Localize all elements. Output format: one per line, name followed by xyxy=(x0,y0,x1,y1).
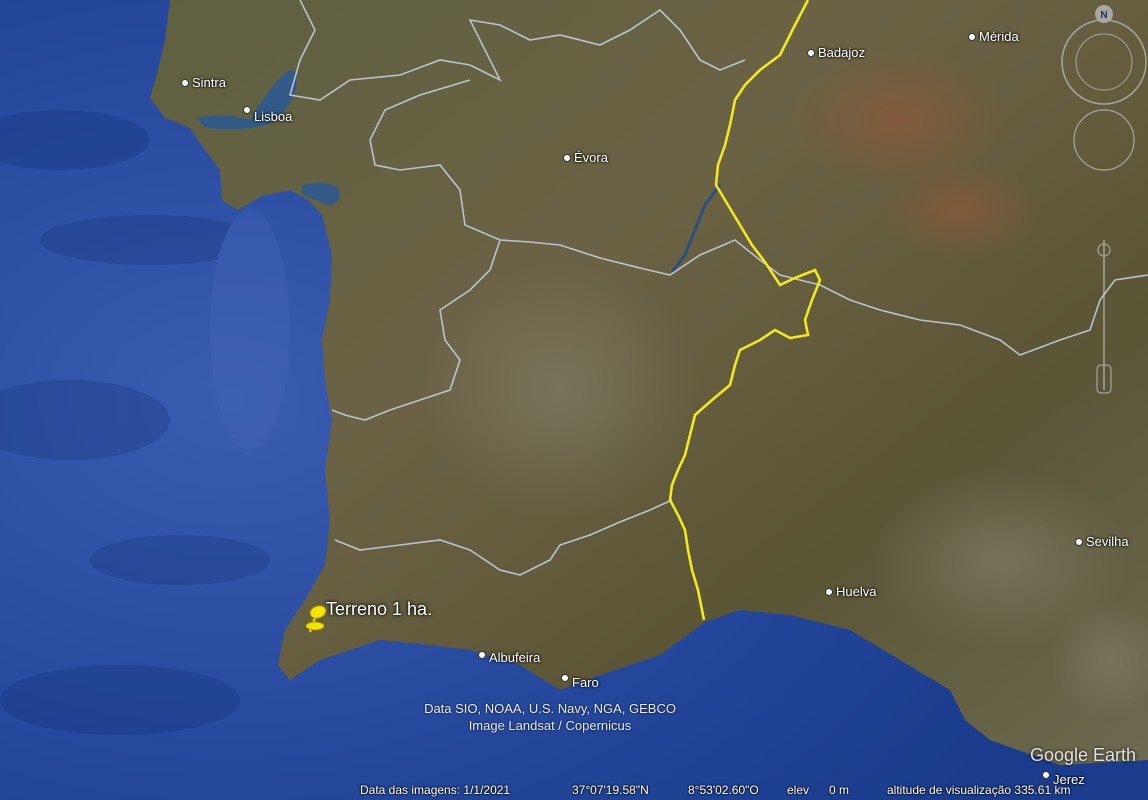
placemark-label[interactable]: Terreno 1 ha. xyxy=(326,599,432,620)
city-dot-icon xyxy=(561,673,569,682)
city-label: Lisboa xyxy=(254,109,293,124)
city-evora[interactable]: Évora xyxy=(563,150,608,165)
status-bar: Data das imagens: 1/1/2021 37°07'19.58"N… xyxy=(0,778,1148,800)
google-earth-logo: Google Earth xyxy=(1030,745,1137,765)
city-albufeira[interactable]: Albufeira xyxy=(478,647,541,665)
city-huelva[interactable]: Huelva xyxy=(825,584,876,599)
latitude-readout: 37°07'19.58"N xyxy=(572,783,649,797)
city-dot-icon xyxy=(825,587,833,596)
city-dot-icon xyxy=(243,105,251,114)
city-label: Faro xyxy=(572,675,599,690)
city-dot-icon xyxy=(807,48,815,57)
city-badajoz[interactable]: Badajoz xyxy=(807,45,865,60)
eye-altitude-readout: altitude de visualização 335.61 km xyxy=(887,783,1071,797)
city-dot-icon xyxy=(181,78,189,87)
longitude-readout: 8°53'02.60"O xyxy=(688,783,759,797)
attribution-line-2: Image Landsat / Copernicus xyxy=(468,718,632,733)
city-sevilha[interactable]: Sevilha xyxy=(1075,534,1129,549)
city-label: Évora xyxy=(574,150,608,165)
attribution-line-1: Data SIO, NOAA, U.S. Navy, NGA, GEBCO xyxy=(424,701,676,716)
city-dot-icon xyxy=(968,32,976,41)
city-label: Sintra xyxy=(192,75,226,90)
city-label: Huelva xyxy=(836,584,877,599)
city-faro[interactable]: Faro xyxy=(561,670,599,690)
terrain-patch xyxy=(420,260,700,520)
city-label: Albufeira xyxy=(489,650,541,665)
city-lisboa[interactable]: Lisboa xyxy=(243,102,292,124)
elevation-readout: elev 0 m xyxy=(787,783,850,797)
city-label: Mérida xyxy=(979,29,1019,44)
city-sintra[interactable]: Sintra xyxy=(181,75,226,90)
imagery-date: Data das imagens: 1/1/2021 xyxy=(360,783,511,797)
compass-north-label: N xyxy=(1100,10,1107,21)
city-label: Sevilha xyxy=(1086,534,1129,549)
city-dot-icon xyxy=(478,650,486,659)
city-dot-icon xyxy=(563,153,571,162)
terrain-patch xyxy=(880,160,1040,260)
city-label: Badajoz xyxy=(818,45,865,60)
city-merida[interactable]: Mérida xyxy=(968,29,1019,44)
city-dot-icon xyxy=(1075,537,1083,546)
data-attribution: Data SIO, NOAA, U.S. Navy, NGA, GEBCO Im… xyxy=(410,700,690,734)
